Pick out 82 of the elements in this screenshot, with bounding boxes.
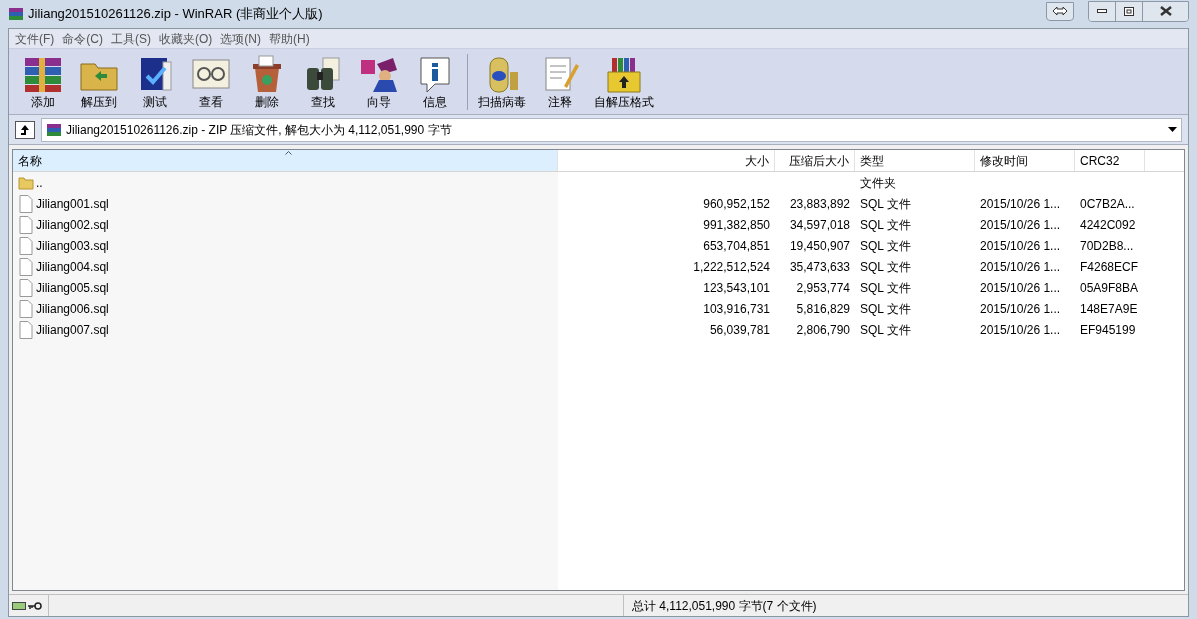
table-cell-text: 2015/10/26 1... <box>980 279 1061 297</box>
table-cell-text: 70D2B8... <box>1080 237 1134 255</box>
drive-icon <box>12 600 26 611</box>
toolbar-button[interactable]: 自解压格式 <box>588 50 660 113</box>
close-button[interactable] <box>1143 1 1188 21</box>
table-cell-text: 960,952,152 <box>703 195 770 213</box>
file-name[interactable]: Jiliang003.sql <box>36 236 109 255</box>
file-name[interactable]: .. <box>36 173 43 192</box>
file-name[interactable]: Jiliang005.sql <box>36 278 109 297</box>
table-cell-text: 23,883,892 <box>789 195 850 213</box>
double-arrow-icon <box>1052 6 1068 16</box>
table-cell-text: 34,597,018 <box>789 216 850 234</box>
table-cell-text: 文件夹 <box>860 174 896 192</box>
table-cell-text: SQL 文件 <box>860 300 911 318</box>
table-cell-text: 653,704,851 <box>703 237 770 255</box>
menu-item[interactable]: 帮助(H) <box>267 29 312 48</box>
minimize-icon <box>1097 9 1107 13</box>
table-cell-text: 0C7B2A... <box>1080 195 1135 213</box>
toolbar-button[interactable]: 添加 <box>15 50 71 113</box>
table-cell-text: 2015/10/26 1... <box>980 300 1061 318</box>
table-cell-text: F4268ECF <box>1080 258 1139 276</box>
path-dropdown[interactable]: Jiliang201510261126.zip - ZIP 压缩文件, 解包大小为 4,112,051,990 字节 <box>41 117 1182 142</box>
maximize-button[interactable] <box>1116 1 1143 21</box>
up-arrow-icon <box>19 123 31 136</box>
minimize-button[interactable] <box>1089 1 1116 21</box>
file-name[interactable]: Jiliang004.sql <box>36 257 109 276</box>
file-name[interactable]: Jiliang001.sql <box>36 194 109 213</box>
menu-item[interactable]: 选项(N) <box>218 29 263 48</box>
table-cell-text: 4242C092 <box>1080 216 1136 234</box>
toolbar-button[interactable]: 删除 <box>239 50 295 113</box>
toolbar-button[interactable]: 向导 <box>351 50 407 113</box>
toolbar-button[interactable]: 测试 <box>127 50 183 113</box>
table-cell-text: 2015/10/26 1... <box>980 258 1061 276</box>
table-cell-text: 2,806,790 <box>796 321 850 339</box>
table-cell-text: 1,222,512,524 <box>693 258 770 276</box>
table-cell-text: 123,543,101 <box>703 279 770 297</box>
table-cell-text: 2,953,774 <box>796 279 850 297</box>
books-icon <box>46 121 62 138</box>
close-icon <box>1159 6 1172 16</box>
file-name[interactable]: Jiliang007.sql <box>36 320 109 339</box>
toolbar-button[interactable]: 查找 <box>295 50 351 113</box>
menu-item[interactable]: 工具(S) <box>109 29 153 48</box>
menu-item[interactable]: 文件(F) <box>13 29 57 48</box>
menu-item[interactable]: 收藏夹(O) <box>157 29 215 48</box>
up-folder-button[interactable] <box>15 120 35 139</box>
table-cell-text: 2015/10/26 1... <box>980 195 1061 213</box>
table-cell-text: EF945199 <box>1080 321 1136 339</box>
status-text: 总计 4,112,051,990 字节(7 个文件) <box>632 597 817 615</box>
toolbar-button[interactable]: 解压到 <box>71 50 127 113</box>
table-cell-text: SQL 文件 <box>860 279 911 297</box>
table-cell-text: 103,916,731 <box>703 300 770 318</box>
window-title: Jiliang201510261126.zip - WinRAR (非商业个人版) <box>28 5 323 24</box>
table-cell-text: 148E7A9E <box>1080 300 1138 318</box>
table-cell-text: SQL 文件 <box>860 216 911 234</box>
key-icon <box>28 601 42 610</box>
folder-icon <box>18 174 34 191</box>
path-text: Jiliang201510261126.zip - ZIP 压缩文件, 解包大小为 4,112,051,990 字节 <box>66 121 453 139</box>
table-cell-text: SQL 文件 <box>860 321 911 339</box>
table-cell-text: 35,473,633 <box>789 258 850 276</box>
maximize-icon <box>1124 6 1134 16</box>
table-cell-text: SQL 文件 <box>860 237 911 255</box>
toolbar-button[interactable]: 注释 <box>532 50 588 113</box>
table-cell-text: 56,039,781 <box>709 321 770 339</box>
dropdown-caret-icon <box>1168 127 1177 132</box>
table-cell-text: 19,450,907 <box>789 237 850 255</box>
table-cell-text: 991,382,850 <box>703 216 770 234</box>
column-header[interactable]: 名称 <box>13 150 558 171</box>
table-cell-text: SQL 文件 <box>860 258 911 276</box>
toolbar-button[interactable]: 查看 <box>183 50 239 113</box>
restore-size-button[interactable] <box>1046 1 1074 21</box>
table-cell-text: 2015/10/26 1... <box>980 321 1061 339</box>
table-cell-text: 2015/10/26 1... <box>980 237 1061 255</box>
toolbar-button[interactable]: 扫描病毒 <box>472 50 532 113</box>
table-cell-text: SQL 文件 <box>860 195 911 213</box>
table-cell-text: 5,816,829 <box>796 300 850 318</box>
toolbar-button[interactable]: 信息 <box>407 50 463 113</box>
menu-item[interactable]: 命令(C) <box>60 29 105 48</box>
file-name[interactable]: Jiliang006.sql <box>36 299 109 318</box>
table-cell-text: 05A9F8BA <box>1080 279 1139 297</box>
table-cell-text: 2015/10/26 1... <box>980 216 1061 234</box>
books-icon <box>8 6 24 22</box>
file-name[interactable]: Jiliang002.sql <box>36 215 109 234</box>
